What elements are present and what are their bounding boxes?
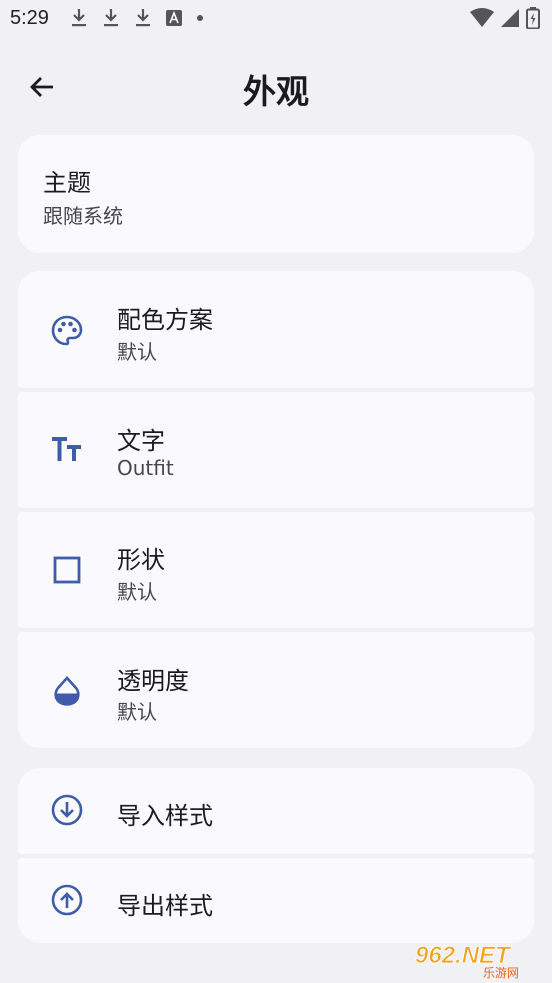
notification-icons: [70, 8, 218, 28]
more-notifications-icon: [197, 15, 203, 21]
site-watermark-logo: 962.NET 乐游网: [411, 939, 546, 980]
shape-setting[interactable]: 形状 默认: [18, 512, 534, 628]
upload-circle-icon: [50, 883, 84, 917]
color-scheme-title: 配色方案: [117, 306, 213, 334]
font-subtitle: Outfit: [117, 456, 174, 480]
opacity-title: 透明度: [117, 667, 189, 695]
square-outline-icon: [50, 553, 84, 587]
theme-subtitle: 跟随系统: [43, 204, 123, 228]
system-icons: [464, 7, 540, 29]
color-scheme-subtitle: 默认: [117, 340, 157, 364]
text-fields-icon: [50, 433, 84, 467]
status-bar: 5:29: [0, 0, 552, 38]
signal-icon: [501, 9, 519, 27]
watermark-text: 962.NET: [415, 942, 512, 969]
shape-title: 形状: [117, 546, 165, 574]
theme-setting[interactable]: 主题 跟随系统: [18, 135, 534, 253]
palette-icon: [50, 314, 84, 348]
import-style-label: 导入样式: [117, 802, 213, 830]
page-title: 外观: [243, 72, 309, 111]
opacity-drop-icon: [50, 674, 84, 708]
export-style-button[interactable]: 导出样式: [18, 858, 534, 943]
import-style-button[interactable]: 导入样式: [18, 768, 534, 854]
download-notification-icon: [104, 9, 118, 27]
battery-icon: [526, 7, 540, 29]
app-notification-icon: [166, 10, 182, 26]
export-style-label: 导出样式: [117, 892, 213, 920]
opacity-setting[interactable]: 透明度 默认: [18, 632, 534, 748]
watermark-subtext: 乐游网: [483, 966, 519, 979]
top-app-bar: 外观: [0, 55, 552, 119]
shape-subtitle: 默认: [117, 580, 157, 604]
download-notification-icon: [72, 9, 86, 27]
wifi-icon: [470, 8, 494, 27]
status-time: 5:29: [10, 7, 49, 29]
opacity-subtitle: 默认: [117, 700, 157, 724]
theme-title: 主题: [43, 169, 91, 197]
font-title: 文字: [117, 427, 165, 455]
download-circle-icon: [50, 793, 84, 827]
color-scheme-setting[interactable]: 配色方案 默认: [18, 271, 534, 388]
download-notification-icon: [136, 9, 150, 27]
font-setting[interactable]: 文字 Outfit: [18, 392, 534, 508]
